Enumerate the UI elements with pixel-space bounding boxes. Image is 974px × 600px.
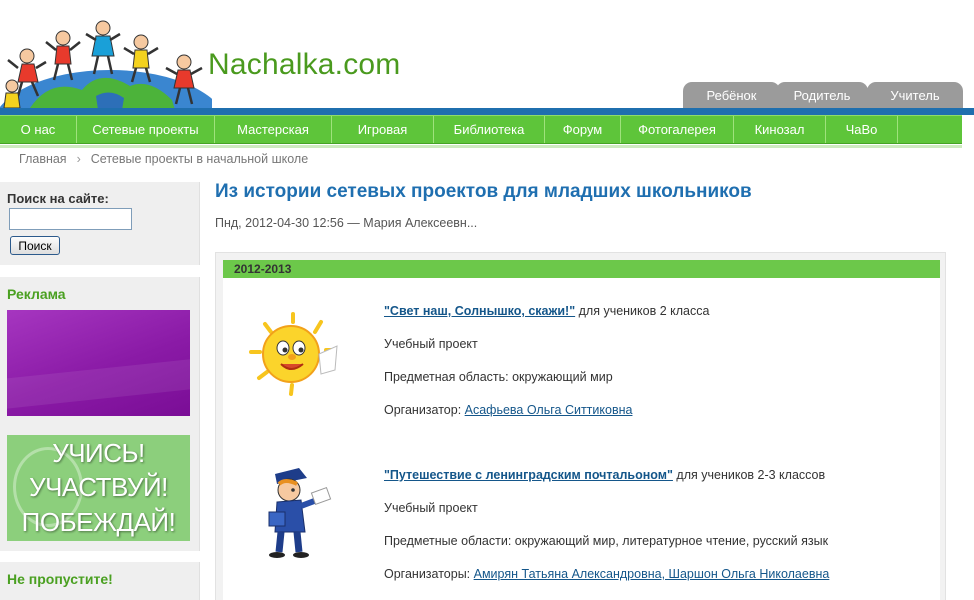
project-2-organizer-line: Организаторы: Амирян Татьяна Александров… xyxy=(384,567,829,581)
breadcrumb: Главная › Сетевые проекты в начальной школ… xyxy=(19,152,308,166)
page: Nachalka.com Ребёнок Родитель Учитель О … xyxy=(0,0,974,600)
tab-teacher[interactable]: Учитель xyxy=(867,82,963,109)
site-name[interactable]: Nachalka.com xyxy=(208,48,400,82)
header-divider xyxy=(0,108,974,115)
main-nav: О нас Сетевые проекты Мастерская Игровая… xyxy=(0,115,962,144)
project-1-organizer-line: Организатор: Асафьева Ольга Ситтиковна xyxy=(384,403,632,417)
project-1-subject: Предметная область: окружающий мир xyxy=(384,370,613,384)
project-1-organizer-link[interactable]: Асафьева Ольга Ситтиковна xyxy=(465,403,633,417)
project-2-organizer-link[interactable]: Амирян Татьяна Александровна, Шаршон Оль… xyxy=(474,567,830,581)
nav-item-photogallery[interactable]: Фотогалерея xyxy=(621,116,734,143)
ad-banner-line-3: ПОБЕЖДАЙ! xyxy=(21,507,176,537)
nav-item-cinema[interactable]: Кинозал xyxy=(734,116,826,143)
breadcrumb-home[interactable]: Главная xyxy=(19,152,67,166)
nav-item-faq[interactable]: ЧаВо xyxy=(826,116,898,143)
postman-illustration xyxy=(268,468,332,558)
project-1-audience: для учеников 2 класса xyxy=(575,304,710,318)
search-input[interactable] xyxy=(9,208,132,230)
project-2-type: Учебный проект xyxy=(384,501,478,515)
ad-banner-learn[interactable]: УЧИСЬ! УЧАСТВУЙ! ПОБЕЖДАЙ! xyxy=(7,435,190,541)
search-button[interactable]: Поиск xyxy=(10,236,60,255)
ads-title: Реклама xyxy=(7,286,66,302)
project-2-heading: "Путешествие с ленинградским почтальоном… xyxy=(384,468,825,482)
ad-banner-purple[interactable] xyxy=(7,310,190,416)
dont-miss-block: Не пропустите! xyxy=(0,562,200,600)
nav-item-library[interactable]: Библиотека xyxy=(434,116,545,143)
page-title: Из истории сетевых проектов для младших … xyxy=(215,181,752,202)
nav-item-forum[interactable]: Форум xyxy=(545,116,621,143)
ad-banner-line-1: УЧИСЬ! xyxy=(52,438,145,468)
project-1-link[interactable]: "Свет наш, Солнышко, скажи!" xyxy=(384,304,575,318)
project-2-link[interactable]: "Путешествие с ленинградским почтальоном… xyxy=(384,468,673,482)
ads-block: Реклама УЧИСЬ! УЧАСТВУЙ! ПОБЕЖДАЙ! xyxy=(0,277,200,551)
project-2-organizer-label: Организаторы: xyxy=(384,567,474,581)
sun-illustration xyxy=(249,312,338,396)
project-2-audience: для учеников 2-3 классов xyxy=(672,468,826,482)
project-1-heading: "Свет наш, Солнышко, скажи!" для ученико… xyxy=(384,304,709,318)
article-meta: Пнд, 2012-04-30 12:56 — Мария Алексеевн.… xyxy=(215,216,478,230)
search-block: Поиск на сайте: Поиск xyxy=(0,182,200,265)
nav-item-about[interactable]: О нас xyxy=(0,116,77,143)
year-header: 2012-2013 xyxy=(223,260,940,278)
project-1-type: Учебный проект xyxy=(384,337,478,351)
nav-item-workshop[interactable]: Мастерская xyxy=(215,116,332,143)
projects-box: 2012-2013 "Свет наш, Солнышко, скажи!" д… xyxy=(215,252,946,600)
logo-kids-globe[interactable] xyxy=(0,8,212,110)
nav-item-network-projects[interactable]: Сетевые проекты xyxy=(77,116,215,143)
breadcrumb-current[interactable]: Сетевые проекты в начальной школе xyxy=(91,152,308,166)
ad-banner-line-2: УЧАСТВУЙ! xyxy=(29,472,168,502)
nav-item-playroom[interactable]: Игровая xyxy=(332,116,434,143)
search-label: Поиск на сайте: xyxy=(7,191,109,206)
tab-child[interactable]: Ребёнок xyxy=(683,82,780,109)
nav-underline xyxy=(0,145,962,148)
tab-parent[interactable]: Родитель xyxy=(776,82,868,109)
project-1-organizer-label: Организатор: xyxy=(384,403,465,417)
projects-inner: 2012-2013 "Свет наш, Солнышко, скажи!" д… xyxy=(223,260,940,600)
breadcrumb-separator: › xyxy=(76,152,81,166)
project-2-subject: Предметные области: окружающий мир, лите… xyxy=(384,534,829,548)
dont-miss-title: Не пропустите! xyxy=(7,571,113,587)
